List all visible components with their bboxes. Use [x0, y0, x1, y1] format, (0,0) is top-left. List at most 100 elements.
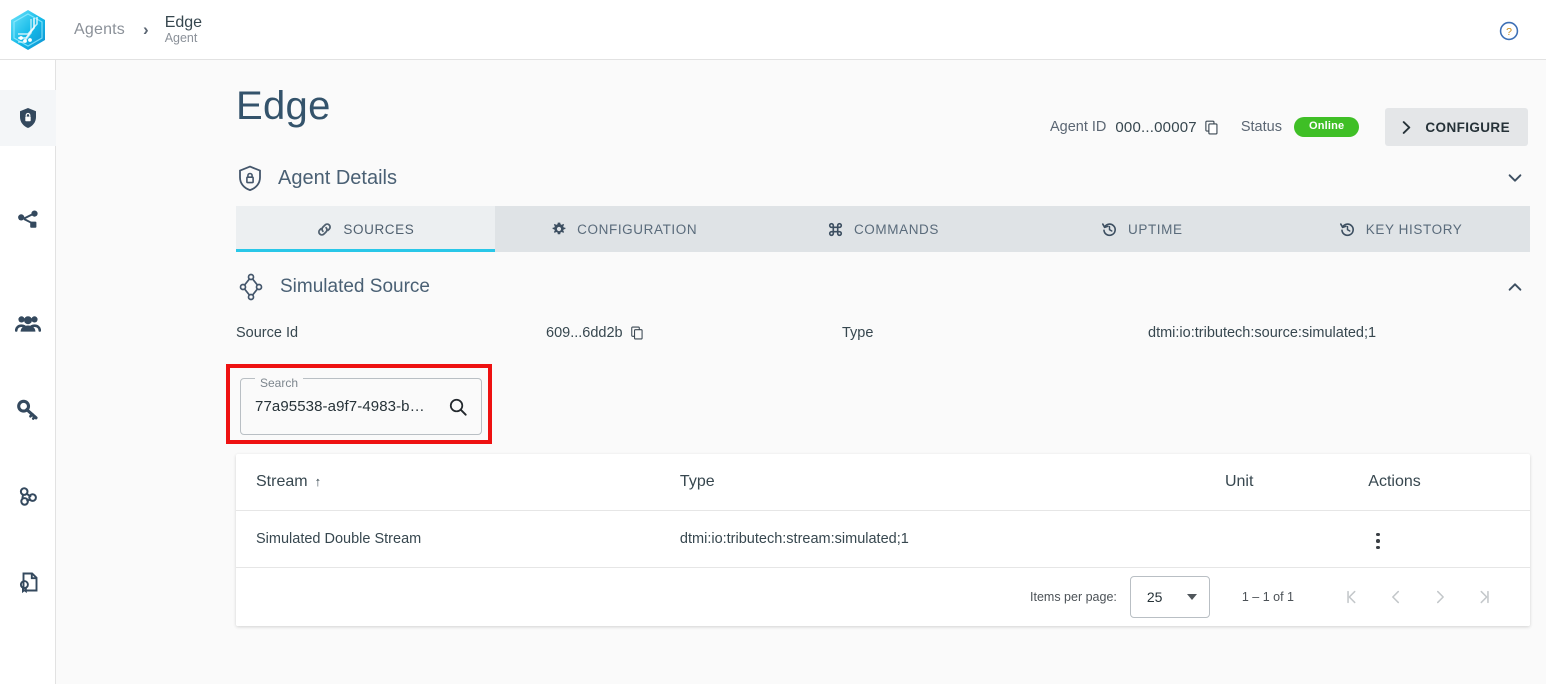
certificate-document-icon: [19, 572, 38, 594]
status-badge: Online: [1293, 117, 1360, 137]
sidebar-item-certificates[interactable]: [0, 554, 56, 610]
configure-button-label: CONFIGURE: [1425, 119, 1510, 135]
first-page-icon: [1347, 590, 1356, 603]
breadcrumb: Agents › Edge Agent: [74, 0, 202, 60]
column-header-stream[interactable]: Stream ↑: [236, 454, 660, 511]
sidebar-item-twins[interactable]: [0, 192, 56, 248]
tab-commands[interactable]: COMMANDS: [754, 206, 1013, 252]
simulated-source-title: Simulated Source: [280, 276, 430, 297]
cell-stream-type: dtmi:io:tributech:stream:simulated;1: [659, 510, 1205, 568]
sidebar-item-webhooks[interactable]: [0, 468, 56, 524]
copy-glyph: [630, 326, 643, 340]
command-glyph: [828, 222, 843, 236]
tab-key-history[interactable]: KEY HISTORY: [1271, 206, 1530, 252]
chevron-down-icon: [1186, 593, 1197, 600]
source-id-label: Source Id: [236, 325, 299, 341]
agent-details-title: Agent Details: [278, 166, 397, 189]
simulated-source-section: Simulated Source Source Id 609...6dd2b T…: [226, 252, 1530, 626]
svg-text:?: ?: [1506, 26, 1512, 38]
sort-ascending-icon: ↑: [314, 473, 322, 489]
top-app-bar: Agents › Edge Agent ?: [0, 0, 1546, 60]
main-content: Edge Agent ID 000...00007 Status Online: [56, 60, 1546, 684]
streams-table-body: Simulated Double Stream dtmi:io:tributec…: [236, 510, 1530, 568]
cell-stream-unit: [1204, 510, 1349, 568]
gear-glyph: [552, 222, 566, 235]
sidebar-item-users[interactable]: [0, 296, 56, 352]
agent-details-tabs: SOURCES CONFIGURATION COMMANDS UPTIME KE…: [236, 206, 1530, 252]
share-nodes-icon: [18, 210, 38, 228]
breadcrumb-item-agents[interactable]: Agents: [74, 21, 125, 39]
chevron-up-glyph: [1508, 283, 1522, 291]
command-icon: [827, 221, 844, 238]
items-per-page-select[interactable]: 25: [1129, 575, 1210, 618]
search-input[interactable]: Search 77a95538-a9f7-4983-b…: [240, 376, 482, 435]
next-page-icon: [1436, 590, 1444, 603]
first-page-button[interactable]: [1330, 577, 1374, 617]
tab-uptime-label: UPTIME: [1127, 221, 1183, 237]
tab-sources[interactable]: SOURCES: [236, 206, 495, 252]
column-header-actions: Actions: [1348, 454, 1530, 511]
previous-page-button[interactable]: [1374, 577, 1418, 617]
configure-button[interactable]: CONFIGURE: [1385, 108, 1528, 146]
tab-uptime[interactable]: UPTIME: [1012, 206, 1271, 252]
shield-lock-outline-glyph: [239, 165, 261, 192]
kebab-menu-icon[interactable]: [1368, 529, 1388, 554]
tab-configuration[interactable]: CONFIGURATION: [495, 206, 754, 252]
node-diamond-glyph: [239, 273, 263, 301]
shield-lock-icon: [20, 108, 36, 128]
search-icon[interactable]: [447, 396, 469, 418]
source-type-value: dtmi:io:tributech:source:simulated;1: [1148, 325, 1377, 341]
users-group-icon: [15, 316, 41, 332]
chevron-down-glyph: [1508, 174, 1522, 182]
search-glyph: [449, 398, 467, 416]
previous-page-icon: [1392, 590, 1400, 603]
page-header-meta: Agent ID 000...00007 Status Online CONFI…: [1050, 108, 1528, 146]
logo-glyph: [11, 9, 45, 50]
agent-detail-page: Agents › Edge Agent ? Edge Agent ID 000.…: [0, 0, 1546, 684]
link-glyph: [318, 222, 332, 236]
cell-stream-actions: [1348, 510, 1530, 568]
webhook-icon: [19, 487, 37, 506]
last-page-button[interactable]: [1462, 577, 1506, 617]
column-header-stream-label: Stream: [256, 472, 308, 490]
breadcrumb-current-title: Edge: [164, 13, 203, 31]
page-header: Edge Agent ID 000...00007 Status Online: [236, 60, 1530, 150]
agent-details-header[interactable]: Agent Details: [236, 150, 1530, 206]
tributech-hexagon-logo[interactable]: [0, 0, 56, 60]
table-header-row: Stream ↑ Type Unit Actions: [236, 454, 1530, 511]
sidebar-item-keys[interactable]: [0, 382, 56, 438]
agent-details-collapse-chevron-down-icon[interactable]: [1506, 169, 1524, 187]
next-page-button[interactable]: [1418, 577, 1462, 617]
cell-stream-name: Simulated Double Stream: [236, 510, 660, 568]
simulated-source-collapse-chevron-up-icon[interactable]: [1506, 278, 1524, 296]
key-icon: [17, 399, 38, 420]
table-row[interactable]: Simulated Double Stream dtmi:io:tributec…: [236, 510, 1530, 568]
source-id-value-wrap: 609...6dd2b: [546, 325, 842, 341]
page-title: Edge: [236, 84, 331, 128]
streams-table-card: Stream ↑ Type Unit Actions Simulated Doub…: [236, 454, 1530, 626]
streams-table-head: Stream ↑ Type Unit Actions: [236, 454, 1530, 511]
agent-details-panel: Agent Details SOURCES CONFIGURATION COMM…: [226, 150, 1530, 626]
search-area: Search 77a95538-a9f7-4983-b…: [226, 364, 1530, 444]
column-header-unit[interactable]: Unit: [1204, 454, 1349, 511]
search-input-value[interactable]: 77a95538-a9f7-4983-b…: [255, 398, 441, 415]
kebab-dot: [1376, 532, 1380, 536]
left-navigation-rail: [0, 60, 56, 684]
chevron-right-glyph: [1403, 120, 1411, 134]
help-circle-glyph: ?: [1499, 21, 1519, 41]
column-header-type[interactable]: Type: [659, 454, 1205, 511]
sidebar-item-agents[interactable]: [0, 90, 56, 146]
help-circle-icon[interactable]: ?: [1498, 20, 1520, 42]
history-icon: [1101, 221, 1118, 238]
items-per-page-value: 25: [1146, 588, 1163, 605]
breadcrumb-current-subtitle: Agent: [164, 31, 198, 46]
copy-source-id-icon[interactable]: [630, 326, 644, 340]
source-properties-row: Source Id 609...6dd2b Type dtmi:io:tribu…: [236, 314, 1530, 352]
kebab-dot: [1376, 539, 1380, 543]
kebab-dot: [1376, 545, 1380, 549]
history-icon: [1339, 221, 1356, 238]
copy-agent-id-icon[interactable]: [1204, 120, 1219, 135]
simulated-source-header[interactable]: Simulated Source: [236, 260, 1530, 314]
tab-configuration-label: CONFIGURATION: [577, 221, 698, 237]
tab-key-history-label: KEY HISTORY: [1365, 221, 1463, 237]
